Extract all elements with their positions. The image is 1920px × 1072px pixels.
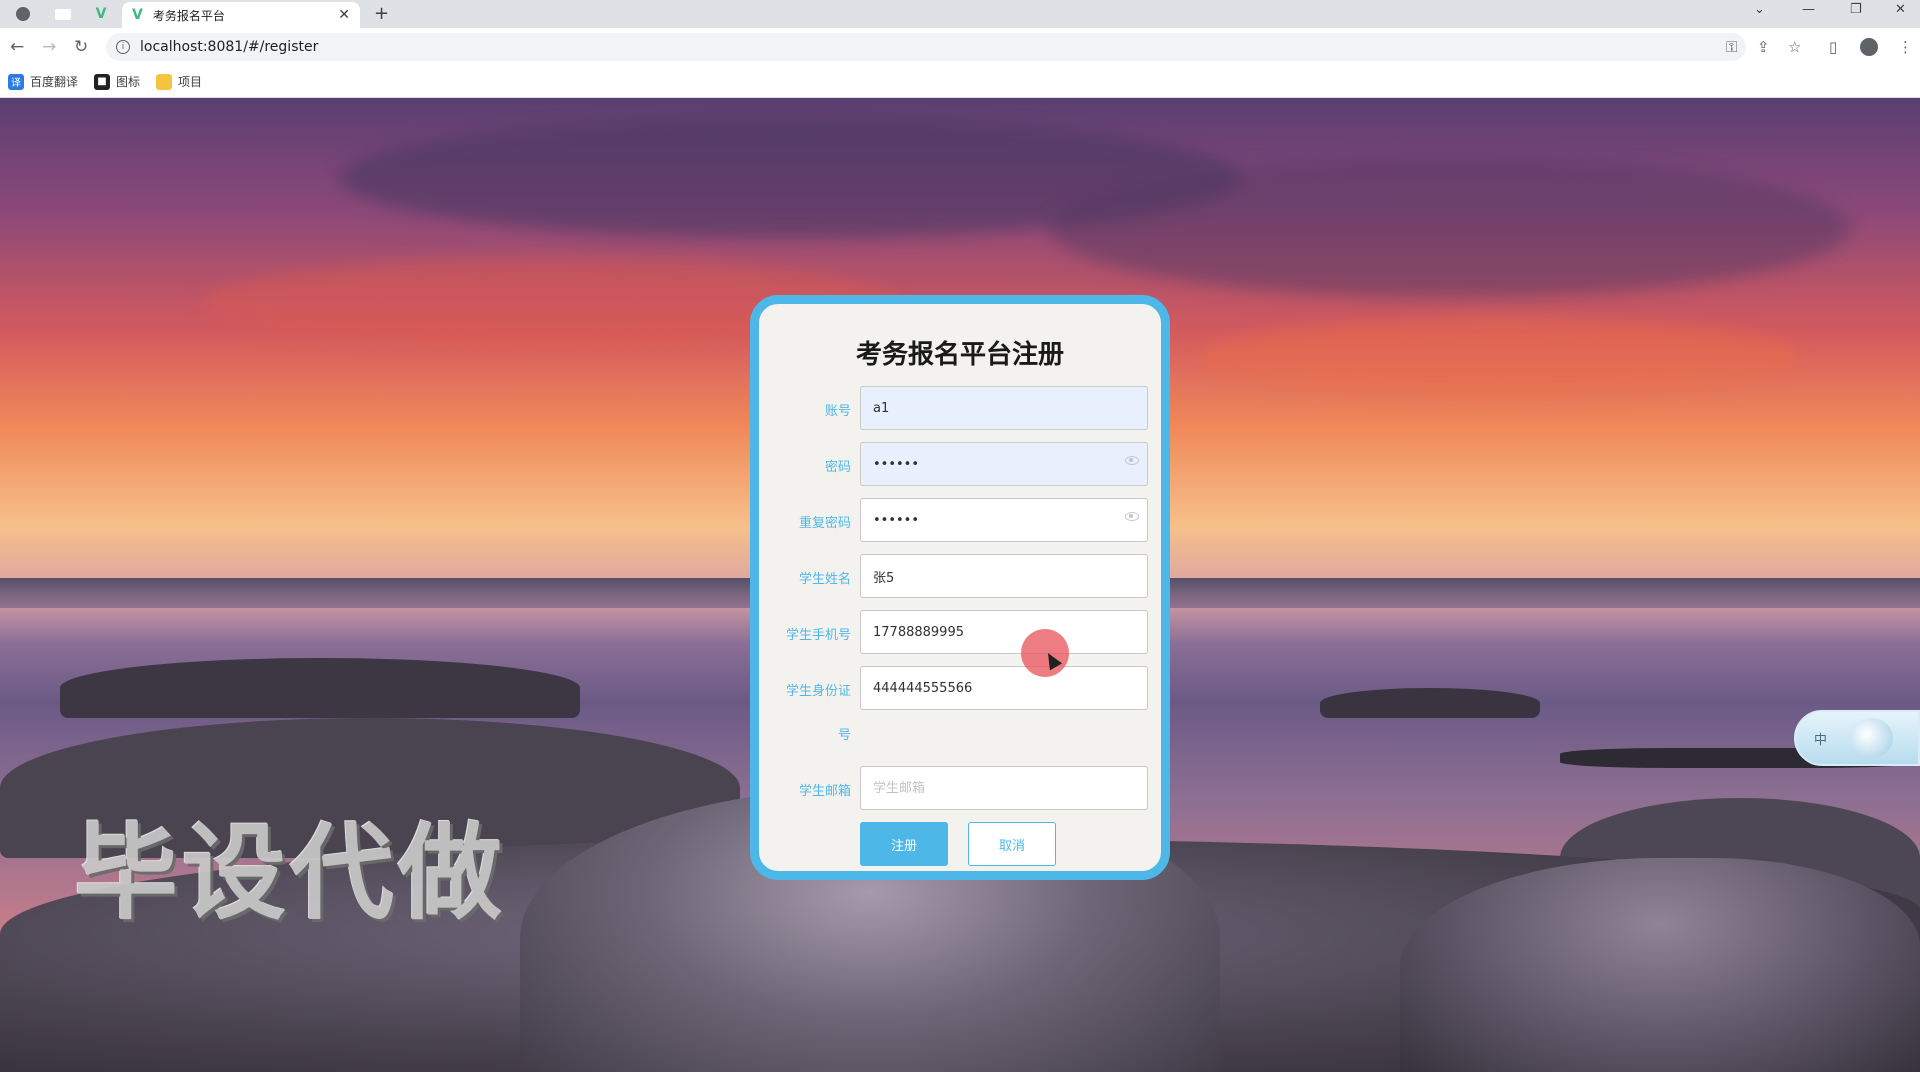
form-row-confirm: 重复密码: [759, 498, 1161, 542]
back-button[interactable]: ←: [10, 37, 24, 57]
form-row-password: 密码: [759, 442, 1161, 486]
folder-icon: [156, 73, 173, 90]
info-icon[interactable]: i: [116, 40, 130, 54]
student-phone-input[interactable]: [860, 610, 1148, 654]
new-tab-button[interactable]: +: [374, 3, 389, 24]
ime-mode-label: 中: [1814, 732, 1828, 748]
password-input[interactable]: [860, 442, 1148, 486]
cancel-button[interactable]: 取消: [968, 822, 1056, 866]
restore-button[interactable]: ❐: [1850, 2, 1862, 17]
account-input[interactable]: [860, 386, 1148, 430]
watermark-text: 毕设代做: [74, 812, 507, 934]
password-label: 密码: [824, 460, 851, 475]
ime-ball-icon: [1849, 718, 1894, 758]
register-button[interactable]: 注册: [860, 822, 948, 866]
tab-title: 考务报名平台: [152, 8, 225, 23]
form-row-email: 学生邮箱: [759, 766, 1161, 810]
click-indicator: [1021, 629, 1069, 677]
eye-icon[interactable]: [1125, 512, 1139, 521]
address-bar[interactable]: i localhost:8081/#/register: [106, 33, 1746, 61]
form-row-idcard: 学生身份证: [759, 666, 1161, 710]
bookmarks-bar: 译 百度翻译 ■ 图标 项目: [0, 66, 1920, 98]
bookmark-folder-projects[interactable]: 项目: [156, 73, 202, 90]
profile-avatar[interactable]: [1860, 38, 1878, 56]
browser-tab-strip: V V 考务报名平台 ✕ + ⌄ — ❐ ✕: [0, 0, 1920, 28]
student-name-input[interactable]: [860, 554, 1148, 598]
confirm-password-input[interactable]: [860, 498, 1148, 542]
vue-logo-icon: V: [132, 7, 143, 23]
bookmark-label: 项目: [178, 75, 203, 89]
pinned-tab-2[interactable]: [44, 3, 82, 25]
student-email-label: 学生邮箱: [798, 784, 851, 799]
close-icon[interactable]: ✕: [338, 7, 350, 23]
student-phone-label: 学生手机号: [785, 628, 851, 643]
page-title: 考务报名平台注册: [855, 340, 1064, 370]
island: [60, 658, 580, 718]
translate-icon: 译: [8, 73, 24, 90]
bookmark-label: 百度翻译: [30, 75, 79, 89]
island: [1320, 688, 1540, 718]
cloud: [1200, 318, 1800, 398]
forward-button[interactable]: →: [42, 37, 56, 57]
bookmark-baidu-translate[interactable]: 译 百度翻译: [8, 73, 78, 90]
star-icon[interactable]: ☆: [1788, 38, 1801, 56]
confirm-password-label: 重复密码: [798, 516, 851, 531]
menu-icon[interactable]: ⋮: [1898, 38, 1913, 56]
url-text: localhost:8081/#/register: [140, 39, 319, 55]
eye-icon[interactable]: [1125, 456, 1139, 465]
image-icon: ■: [94, 73, 111, 90]
form-row-name: 学生姓名: [759, 554, 1161, 598]
tab-search-icon[interactable]: ⌄: [1754, 2, 1765, 17]
form-actions: 注册 取消: [759, 822, 1161, 866]
register-card: 考务报名平台注册 账号 密码 重复密码 学生姓名 学生手机号 学生身份证 号 学…: [750, 295, 1170, 880]
form-row-phone: 学生手机号: [759, 610, 1161, 654]
student-name-label: 学生姓名: [798, 572, 851, 587]
student-id-input[interactable]: [860, 666, 1148, 710]
student-email-input[interactable]: [860, 766, 1148, 810]
vue-logo-icon: V: [95, 6, 107, 22]
blank-page-icon: [55, 8, 71, 20]
reload-button[interactable]: ↻: [74, 37, 88, 57]
bookmark-icons[interactable]: ■ 图标: [94, 73, 140, 90]
pinned-tab-3[interactable]: V: [82, 3, 120, 25]
browser-toolbar: ← → ↻ i localhost:8081/#/register ⚿ ⇪ ☆ …: [0, 28, 1920, 66]
ime-floating-widget[interactable]: 中: [1794, 710, 1920, 766]
pinned-tab-1[interactable]: [4, 3, 42, 25]
minimize-button[interactable]: —: [1802, 2, 1815, 17]
key-icon[interactable]: ⚿: [1726, 38, 1737, 56]
active-tab[interactable]: V 考务报名平台 ✕: [122, 2, 360, 28]
globe-icon: [16, 7, 30, 21]
side-panel-icon[interactable]: ▯: [1829, 38, 1837, 56]
bookmark-label: 图标: [116, 75, 141, 89]
form-row-account: 账号: [759, 386, 1161, 430]
window-close-button[interactable]: ✕: [1895, 2, 1906, 17]
student-id-label: 学生身份证: [785, 684, 851, 699]
student-id-label-continued: 号: [837, 728, 851, 743]
share-icon[interactable]: ⇪: [1757, 38, 1770, 56]
cloud: [1050, 158, 1850, 298]
snowy-rock: [1400, 858, 1920, 1072]
account-label: 账号: [824, 404, 851, 419]
